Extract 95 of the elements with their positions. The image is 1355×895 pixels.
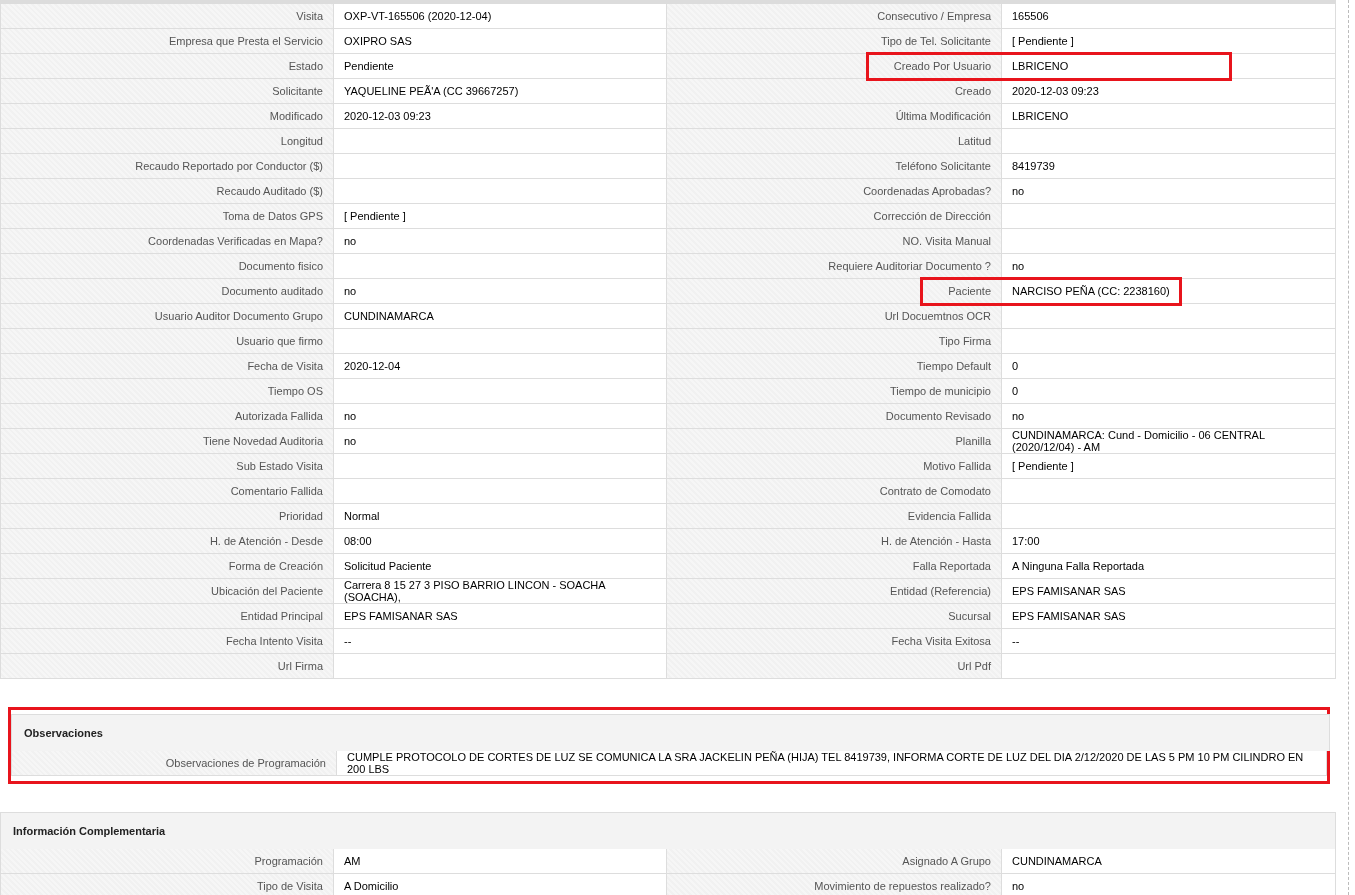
field-label: Url Pdf: [667, 654, 1002, 679]
field-label: Tipo de Visita: [0, 874, 334, 895]
field-label: Recaudo Auditado ($): [0, 179, 334, 204]
field-label: Prioridad: [0, 504, 334, 529]
field-label: Programación: [0, 849, 334, 874]
field-label: Movimiento de repuestos realizado?: [667, 874, 1002, 895]
field-label: Documento fisico: [0, 254, 334, 279]
field-label: Entidad Principal: [0, 604, 334, 629]
field-label: Motivo Fallida: [667, 454, 1002, 479]
field-label: Sucursal: [667, 604, 1002, 629]
field-label: Documento Revisado: [667, 404, 1002, 429]
field-value: no: [1002, 404, 1336, 429]
field-label: Comentario Fallida: [0, 479, 334, 504]
field-value: [ Pendiente ]: [334, 204, 667, 229]
field-value: CUNDINAMARCA: [1002, 849, 1336, 874]
field-label: Url Firma: [0, 654, 334, 679]
field-value: Normal: [334, 504, 667, 529]
field-label: Requiere Auditoriar Documento ?: [667, 254, 1002, 279]
field-label: Usuario Auditor Documento Grupo: [0, 304, 334, 329]
field-label: Tiempo de municipio: [667, 379, 1002, 404]
field-label: Solicitante: [0, 79, 334, 104]
field-label: Url Docuemtnos OCR: [667, 304, 1002, 329]
field-label: Tipo de Tel. Solicitante: [667, 29, 1002, 54]
field-value: --: [1002, 629, 1336, 654]
field-label: Teléfono Solicitante: [667, 154, 1002, 179]
field-value: --: [334, 629, 667, 654]
section-header: Observaciones: [11, 714, 1330, 751]
field-value: OXIPRO SAS: [334, 29, 667, 54]
field-value: CUMPLE PROTOCOLO DE CORTES DE LUZ SE COMUNICA LA SRA JACKELIN PEÑA (HIJA) TEL 8419739, INFORMA CORTE DE LUZ DEL DIA 2/12/2020 DE LAS 5 PM 10 PM CILINDRO EN 200 LBS: [337, 751, 1327, 776]
field-label: Falla Reportada: [667, 554, 1002, 579]
field-value: EPS FAMISANAR SAS: [1002, 604, 1336, 629]
field-value: 165506: [1002, 4, 1336, 29]
field-label: Sub Estado Visita: [0, 454, 334, 479]
field-value: 2020-12-03 09:23: [1002, 79, 1336, 104]
field-value: no: [334, 279, 667, 304]
field-label: Fecha de Visita: [0, 354, 334, 379]
field-value: no: [334, 429, 667, 454]
field-label: Fecha Intento Visita: [0, 629, 334, 654]
field-label: Creado: [667, 79, 1002, 104]
field-value: Carrera 8 15 27 3 PISO BARRIO LINCON - SOACHA (SOACHA),: [334, 579, 667, 604]
field-value: no: [1002, 179, 1336, 204]
field-label: Última Modificación: [667, 104, 1002, 129]
field-value: [ Pendiente ]: [1002, 454, 1336, 479]
field-value: 0: [1002, 354, 1336, 379]
field-label: Visita: [0, 4, 334, 29]
field-label: Corrección de Dirección: [667, 204, 1002, 229]
field-label: Coordenadas Verificadas en Mapa?: [0, 229, 334, 254]
field-value: LBRICENO: [1002, 104, 1336, 129]
field-label: Empresa que Presta el Servicio: [0, 29, 334, 54]
field-label: Tiene Novedad Auditoria: [0, 429, 334, 454]
field-label: Fecha Visita Exitosa: [667, 629, 1002, 654]
field-label: Latitud: [667, 129, 1002, 154]
field-value: 8419739: [1002, 154, 1336, 179]
field-label: Ubicación del Paciente: [0, 579, 334, 604]
field-value: 2020-12-03 09:23: [334, 104, 667, 129]
field-label: Documento auditado: [0, 279, 334, 304]
field-value: Pendiente: [334, 54, 667, 79]
field-label: Longitud: [0, 129, 334, 154]
field-label: Tiempo OS: [0, 379, 334, 404]
field-value: no: [334, 404, 667, 429]
field-label: Entidad (Referencia): [667, 579, 1002, 604]
field-label: Autorizada Fallida: [0, 404, 334, 429]
field-value: 08:00: [334, 529, 667, 554]
field-label: Recaudo Reportado por Conductor ($): [0, 154, 334, 179]
field-label: Observaciones de Programación: [11, 751, 337, 776]
field-value: CUNDINAMARCA: [334, 304, 667, 329]
field-label: Estado: [0, 54, 334, 79]
field-value: YAQUELINE PEÃ'A (CC 39667257): [334, 79, 667, 104]
field-value: AM: [334, 849, 667, 874]
field-value: no: [334, 229, 667, 254]
field-label: Tiempo Default: [667, 354, 1002, 379]
field-value: 17:00: [1002, 529, 1336, 554]
field-label: Planilla: [667, 429, 1002, 454]
field-label: Modificado: [0, 104, 334, 129]
field-value: EPS FAMISANAR SAS: [1002, 579, 1336, 604]
field-value: A Ninguna Falla Reportada: [1002, 554, 1336, 579]
field-value: 2020-12-04: [334, 354, 667, 379]
field-label: Asignado A Grupo: [667, 849, 1002, 874]
field-label: NO. Visita Manual: [667, 229, 1002, 254]
field-value: Solicitud Paciente: [334, 554, 667, 579]
field-label: Evidencia Fallida: [667, 504, 1002, 529]
field-label: Toma de Datos GPS: [0, 204, 334, 229]
field-label: Consecutivo / Empresa: [667, 4, 1002, 29]
field-label: H. de Atención - Hasta: [667, 529, 1002, 554]
field-value: OXP-VT-165506 (2020-12-04): [334, 4, 667, 29]
field-label: Usuario que firmo: [0, 329, 334, 354]
field-label: Tipo Firma: [667, 329, 1002, 354]
field-label: Forma de Creación: [0, 554, 334, 579]
field-value: CUNDINAMARCA: Cund - Domicilio - 06 CENTRAL (2020/12/04) - AM: [1002, 429, 1336, 454]
section-header: Información Complementaria: [0, 812, 1336, 849]
field-label: Coordenadas Aprobadas?: [667, 179, 1002, 204]
field-value: EPS FAMISANAR SAS: [334, 604, 667, 629]
field-label: H. de Atención - Desde: [0, 529, 334, 554]
field-label: Contrato de Comodato: [667, 479, 1002, 504]
field-value: 0: [1002, 379, 1336, 404]
